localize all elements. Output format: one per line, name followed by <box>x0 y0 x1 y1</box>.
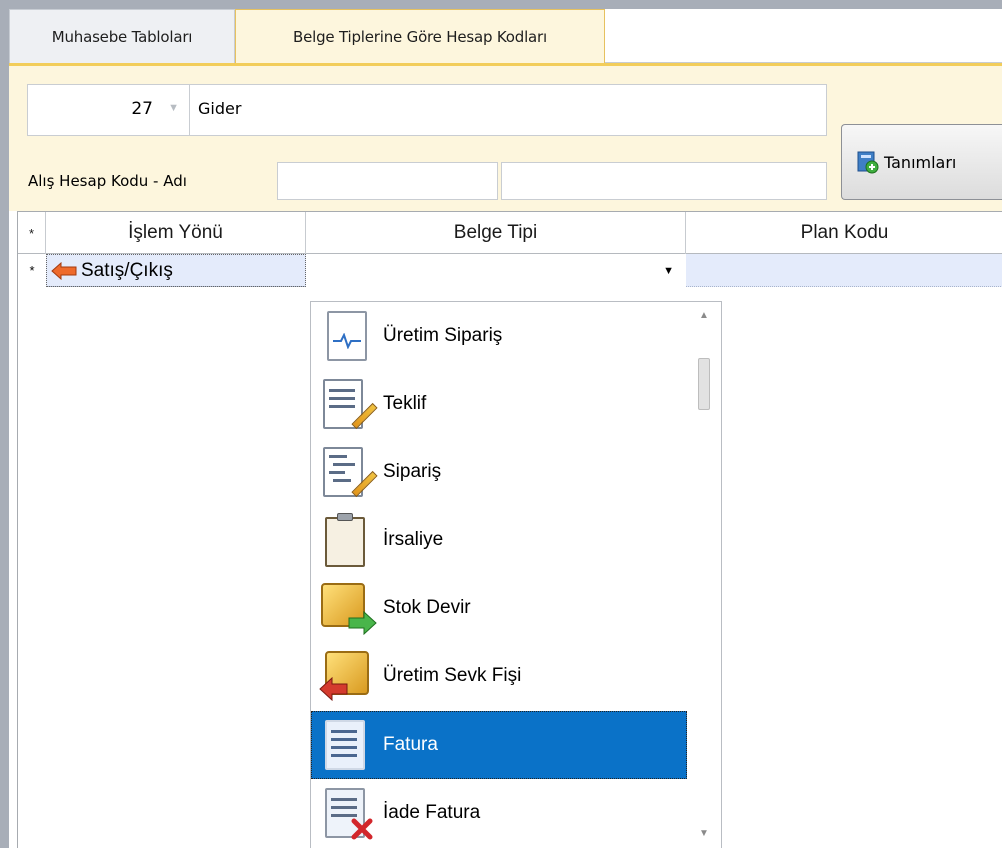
scrollbar-thumb[interactable] <box>698 358 710 410</box>
arrow-left-icon <box>51 261 77 280</box>
list-item[interactable]: İade Fatura <box>311 779 687 847</box>
invoice-icon <box>319 716 377 774</box>
row-indicator: * <box>18 254 46 287</box>
quote-icon <box>319 375 378 433</box>
number-value: 27 <box>131 99 153 119</box>
cell-belge-tipi[interactable]: ▼ <box>306 254 686 287</box>
dropdown-scrollbar[interactable]: ▲ ▼ <box>687 302 721 848</box>
chevron-down-icon[interactable]: ▼ <box>168 102 179 114</box>
production-dispatch-icon <box>319 647 377 705</box>
tab-bar: Muhasebe Tabloları Belge Tiplerine Göre … <box>9 9 1002 64</box>
name-value: Gider <box>198 99 242 118</box>
stock-transfer-icon <box>319 579 377 637</box>
filter-panel: 27 ▼ Gider Alış Hesap Kodu - Adı Tanımla… <box>9 63 1002 211</box>
column-header-plan-kodu[interactable]: Plan Kodu <box>686 212 1002 254</box>
add-document-icon <box>856 150 880 174</box>
account-name-field[interactable] <box>501 162 827 200</box>
clipboard-icon <box>319 511 377 569</box>
production-order-icon <box>319 307 377 365</box>
belge-tipi-dropdown[interactable]: Üretim Sipariş Teklif Sipariş İrsaliye S… <box>310 301 722 848</box>
definitions-button[interactable]: Tanımları <box>841 124 1002 200</box>
list-item[interactable]: Üretim Sipariş <box>311 302 687 370</box>
cell-islem-yonu[interactable]: Satış/Çıkış <box>46 254 306 287</box>
column-header-islem-yonu[interactable]: İşlem Yönü <box>46 212 306 254</box>
scroll-down-icon[interactable]: ▼ <box>699 828 709 839</box>
list-item[interactable]: Stok Devir <box>311 574 687 642</box>
name-field[interactable]: Gider <box>189 84 827 136</box>
islem-yonu-value: Satış/Çıkış <box>81 259 173 281</box>
tab-muhasebe-tablolari[interactable]: Muhasebe Tabloları <box>9 9 235 63</box>
grid-header: * İşlem Yönü Belge Tipi Plan Kodu <box>18 212 1002 254</box>
list-item[interactable]: Üretim Sevk Fişi <box>311 642 687 710</box>
list-item[interactable]: Sipariş <box>311 438 687 506</box>
order-icon <box>319 443 378 501</box>
account-code-field[interactable] <box>277 162 498 200</box>
account-label: Alış Hesap Kodu - Adı <box>28 172 187 190</box>
number-combo[interactable]: 27 ▼ <box>27 84 192 136</box>
table-row[interactable]: * Satış/Çıkış ▼ <box>18 254 1002 287</box>
list-item[interactable]: Teklif <box>311 370 687 438</box>
return-invoice-icon <box>319 784 377 842</box>
definitions-button-label: Tanımları <box>884 152 957 172</box>
chevron-down-icon[interactable]: ▼ <box>663 265 674 277</box>
scroll-up-icon[interactable]: ▲ <box>699 310 709 321</box>
list-item-selected[interactable]: Fatura <box>311 711 687 779</box>
row-indicator-header: * <box>18 212 46 254</box>
column-header-belge-tipi[interactable]: Belge Tipi <box>306 212 686 254</box>
list-item[interactable]: İrsaliye <box>311 506 687 574</box>
tab-belge-tiplerine-gore-hesap-kodlari[interactable]: Belge Tiplerine Göre Hesap Kodları <box>235 9 605 64</box>
